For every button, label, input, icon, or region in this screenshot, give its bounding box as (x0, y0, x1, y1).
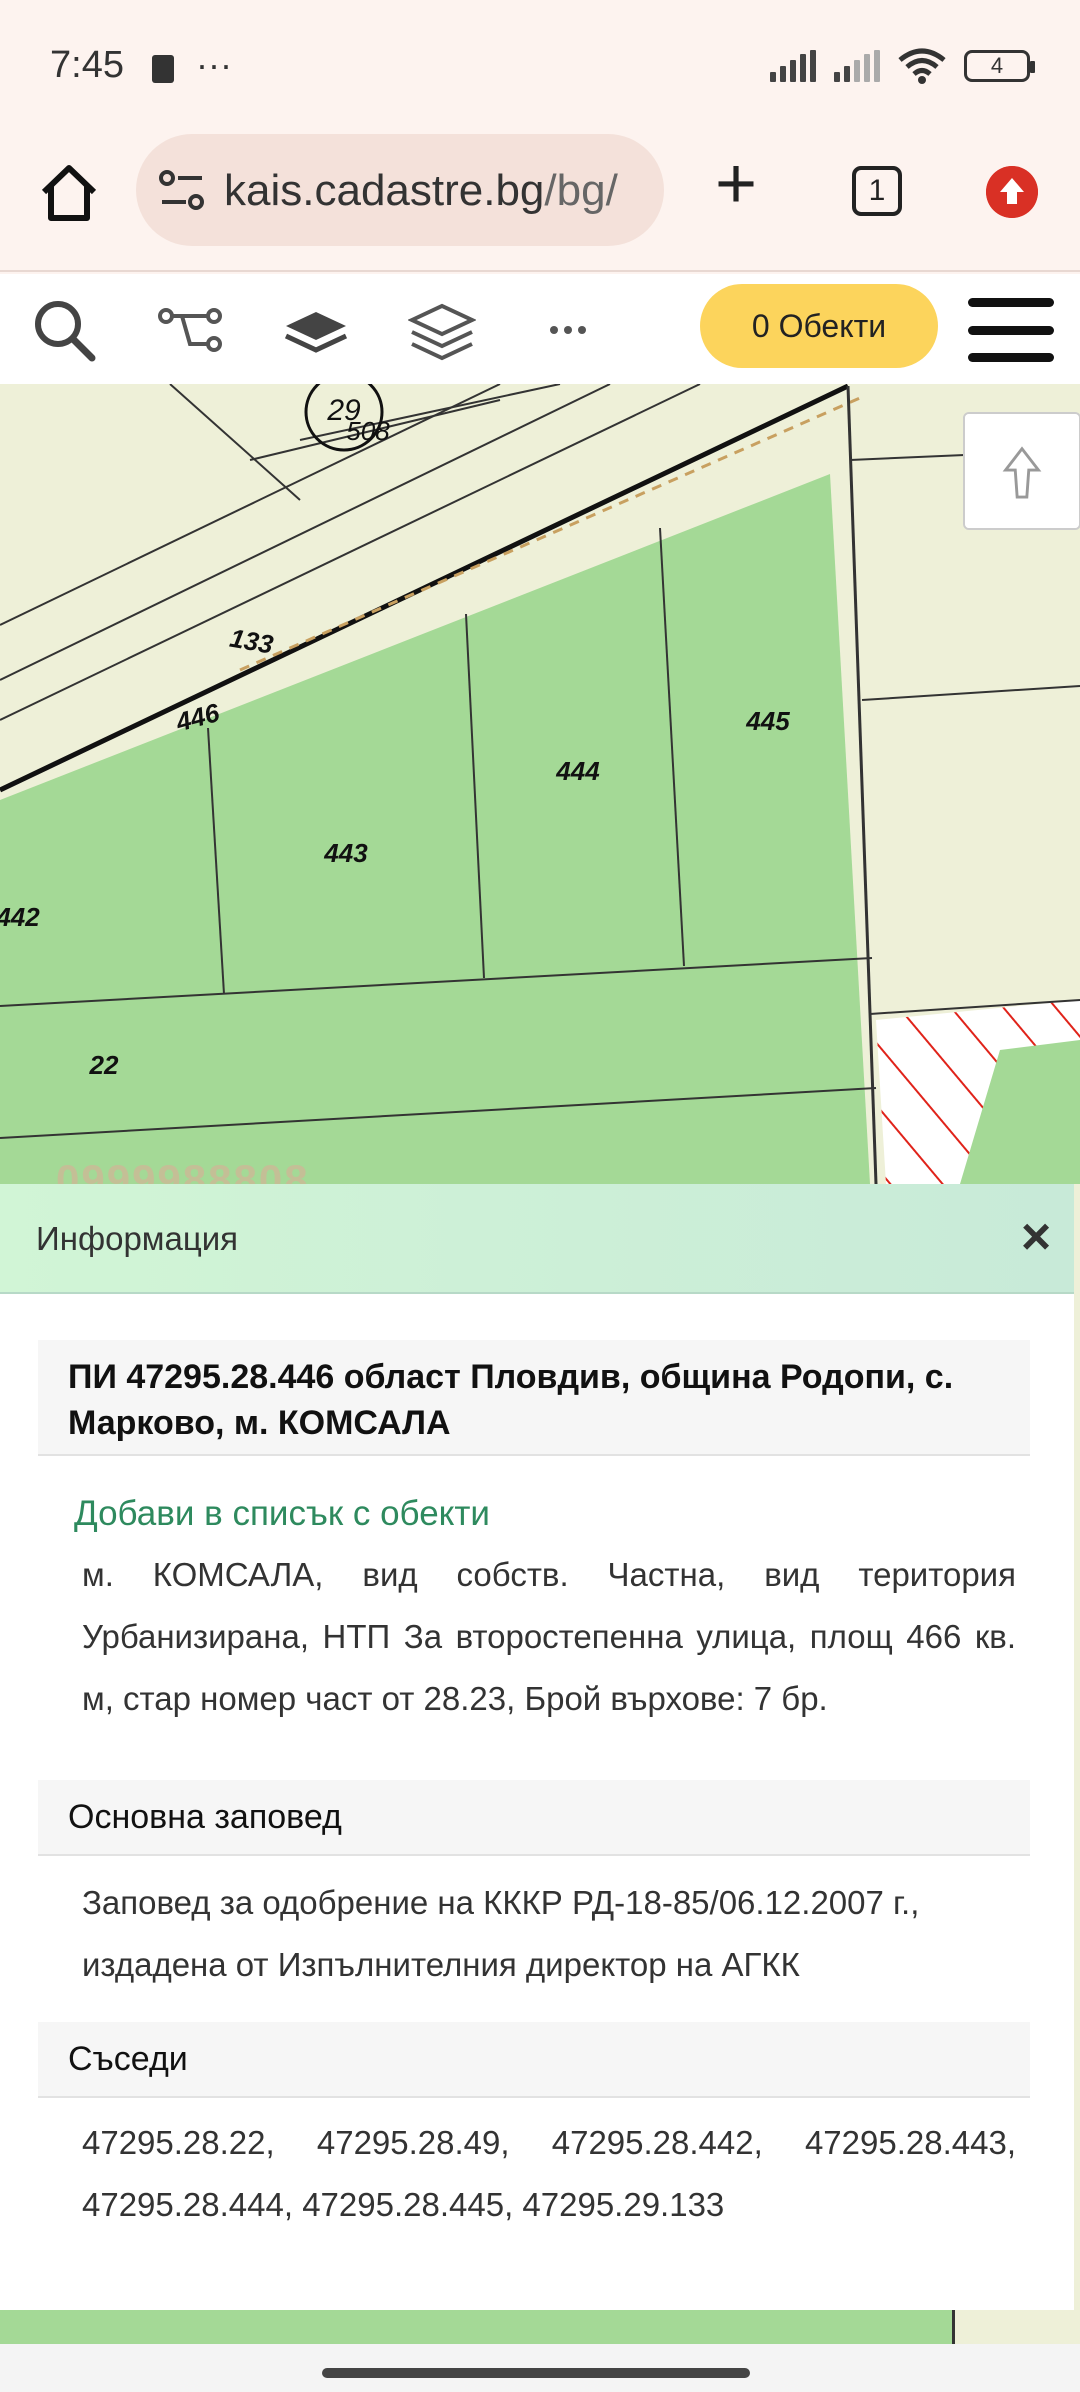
browser-toolbar: kais.cadastre.bg/bg/ + 1 (0, 130, 1080, 272)
navigation-bar (0, 2344, 1080, 2392)
info-panel-body: ПИ 47295.28.446 област Пловдив, община Р… (0, 1294, 1074, 2310)
parcel-description: м. КОМСАЛА, вид собств. Частна, вид тери… (82, 1556, 1016, 1717)
url-host: kais.cadastre.bg (224, 166, 545, 215)
map-label-444: 444 (555, 756, 600, 786)
status-time: 7:45 (50, 44, 124, 86)
map-label-442: 442 (0, 902, 40, 932)
north-arrow-button[interactable] (963, 412, 1080, 530)
map-label-133: 133 (228, 623, 276, 660)
tab-switcher-button[interactable]: 1 (852, 166, 902, 216)
map-bottom-strip (952, 2310, 1080, 2344)
map-bottom-edge (0, 2310, 1080, 2344)
url-text: kais.cadastre.bg/bg/ (224, 166, 654, 216)
order-heading: Основна заповед (38, 1780, 1030, 1856)
neighbors-heading: Съседи (38, 2022, 1030, 2098)
update-icon[interactable] (986, 166, 1038, 218)
url-path: /bg/ (544, 166, 618, 215)
url-bar[interactable]: kais.cadastre.bg/bg/ (136, 134, 664, 246)
menu-icon[interactable] (968, 298, 1054, 362)
map-toolbar: 0 Обекти (0, 274, 1080, 384)
close-icon[interactable]: × (1016, 1211, 1056, 1263)
layers-icon[interactable] (408, 296, 476, 364)
info-panel-title: Информация (36, 1220, 239, 1257)
status-bar: 7:45 ··· 4 (0, 0, 1080, 130)
map-label-508: 508 (346, 416, 390, 446)
layers-filled-icon[interactable] (282, 296, 350, 364)
battery-saver-icon (152, 55, 174, 83)
objects-button[interactable]: 0 Обекти (700, 284, 938, 368)
info-panel-header: Информация × (0, 1184, 1074, 1294)
site-settings-icon[interactable] (158, 168, 206, 212)
search-icon[interactable] (30, 296, 98, 364)
gesture-handle[interactable] (322, 2368, 750, 2378)
order-text: Заповед за одобрение на КККР РД-18-85/06… (82, 1884, 920, 1983)
cadastral-map[interactable]: 29 508 133 446 445 444 443 442 22 (0, 384, 1080, 1184)
signal-icon-secondary (834, 50, 880, 82)
neighbors-list[interactable]: 47295.28.22, 47295.28.49, 47295.28.442, … (82, 2112, 1016, 2236)
more-notifications-icon: ··· (196, 44, 232, 85)
map-label-22: 22 (89, 1050, 119, 1080)
parcel-heading: ПИ 47295.28.446 област Пловдив, община Р… (38, 1340, 1030, 1456)
map-canvas[interactable]: 29 508 133 446 445 444 443 442 22 (0, 384, 1080, 1184)
add-to-objects-link[interactable]: Добави в списък с обекти (74, 1494, 490, 1534)
new-tab-button[interactable]: + (706, 148, 766, 220)
map-edge (1074, 1184, 1080, 2310)
more-icon[interactable] (534, 296, 602, 364)
route-icon[interactable] (156, 296, 224, 364)
wifi-icon (898, 48, 946, 84)
signal-icon (770, 50, 816, 82)
map-label-445: 445 (745, 706, 790, 736)
status-icons: 4 (770, 48, 1035, 84)
map-label-443: 443 (323, 838, 368, 868)
home-icon[interactable] (36, 160, 102, 226)
battery-icon: 4 (964, 50, 1035, 82)
